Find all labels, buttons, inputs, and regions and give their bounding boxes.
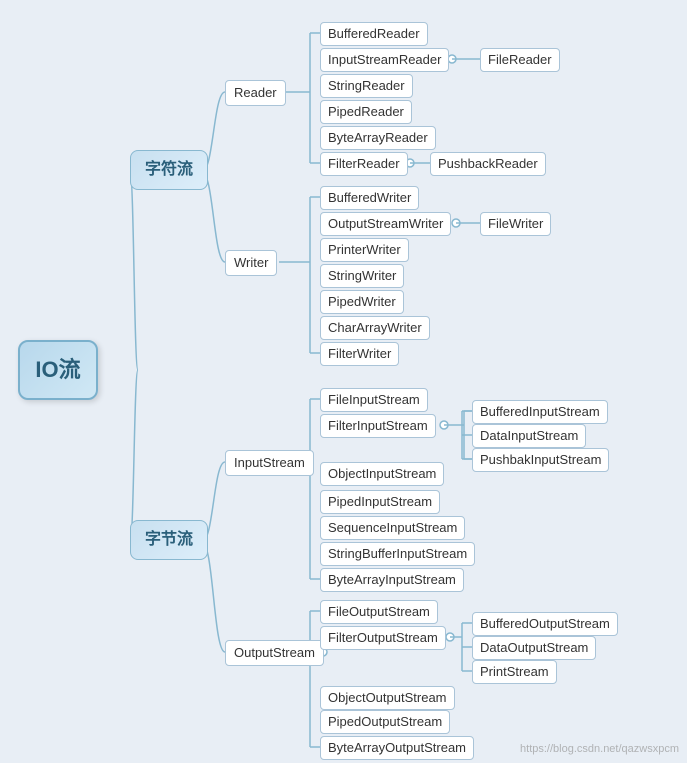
chararraywriter-node: CharArrayWriter (320, 316, 430, 340)
stringbufferinputstream-node: StringBufferInputStream (320, 542, 475, 566)
fileoutputstream-node: FileOutputStream (320, 600, 438, 624)
datainputstream-node: DataInputStream (472, 424, 586, 448)
filewriter-node: FileWriter (480, 212, 551, 236)
filereader-node: FileReader (480, 48, 560, 72)
filterinputstream-node: FilterInputStream (320, 414, 436, 438)
pipedoutputstream-node: PipedOutputStream (320, 710, 450, 734)
pushbakinputstream-node: PushbakInputStream (472, 448, 609, 472)
objectoutputstream-node: ObjectOutputStream (320, 686, 455, 710)
bufferedwriter-node: BufferedWriter (320, 186, 419, 210)
pipedinputstream-node: PipedInputStream (320, 490, 440, 514)
pipedwriter-node: PipedWriter (320, 290, 404, 314)
pushbackreader-node: PushbackReader (430, 152, 546, 176)
bufferedreader-node: BufferedReader (320, 22, 428, 46)
stringwriter-node: StringWriter (320, 264, 404, 288)
watermark: https://blog.csdn.net/qazwsxpcm (520, 743, 679, 755)
io-diagram: IO流 字符流 字节流 Reader Writer InputStream Ou… (0, 0, 687, 763)
sequenceinputstream-node: SequenceInputStream (320, 516, 465, 540)
root-node: IO流 (18, 340, 98, 400)
fileinputstream-node: FileInputStream (320, 388, 428, 412)
bufferedoutputstream-node: BufferedOutputStream (472, 612, 618, 636)
printstream-node: PrintStream (472, 660, 557, 684)
byte-category: 字节流 (130, 520, 208, 560)
stringreader-node: StringReader (320, 74, 413, 98)
inputstream-node: InputStream (225, 450, 314, 476)
filterwriter-node: FilterWriter (320, 342, 399, 366)
filteroutputstream-node: FilterOutputStream (320, 626, 446, 650)
reader-node: Reader (225, 80, 286, 106)
char-category: 字符流 (130, 150, 208, 190)
writer-node: Writer (225, 250, 277, 276)
bytearrayinputstream-node: ByteArrayInputStream (320, 568, 464, 592)
bufferedinputstream-node: BufferedInputStream (472, 400, 608, 424)
outputstream-node: OutputStream (225, 640, 324, 666)
pipedreader-node: PipedReader (320, 100, 412, 124)
objectinputstream-node: ObjectInputStream (320, 462, 444, 486)
bytearrayoutputstream-node: ByteArrayOutputStream (320, 736, 474, 760)
filterreader-node: FilterReader (320, 152, 408, 176)
bytearrayreader-node: ByteArrayReader (320, 126, 436, 150)
inputstreamreader-node: InputStreamReader (320, 48, 449, 72)
outputstreamwriter-node: OutputStreamWriter (320, 212, 451, 236)
dataoutputstream-node: DataOutputStream (472, 636, 596, 660)
printerwriter-node: PrinterWriter (320, 238, 409, 262)
